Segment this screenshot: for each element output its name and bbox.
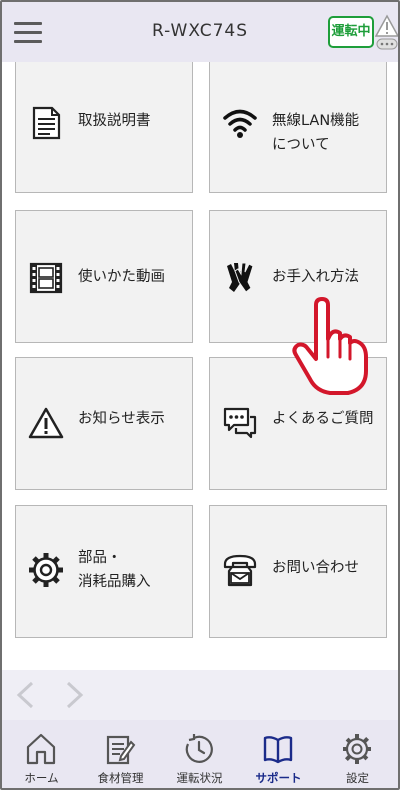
notification-warning-icon[interactable]	[375, 14, 399, 52]
nav-label: 設定	[346, 771, 369, 785]
tile-manual[interactable]: 取扱説明書	[15, 62, 193, 193]
tile-contact[interactable]: お問い合わせ	[209, 505, 387, 638]
nav-food-management[interactable]: 食材管理	[81, 720, 160, 788]
settings-icon	[343, 734, 371, 764]
clock-icon	[185, 734, 213, 763]
notepad-icon	[106, 735, 136, 765]
wifi-icon	[223, 109, 257, 138]
film-icon	[29, 262, 63, 294]
bottom-navigation: ホーム 食材管理 運転状況 サポート 設定	[2, 720, 398, 788]
nav-home[interactable]: ホーム	[2, 720, 81, 788]
tile-label: お問い合わせ	[272, 560, 359, 576]
tile-label: 使いかた動画	[78, 269, 165, 285]
warning-icon	[28, 407, 64, 439]
chat-icon	[223, 407, 257, 439]
nav-label: ホーム	[24, 771, 59, 785]
chevron-right-icon[interactable]	[64, 680, 86, 710]
nav-support[interactable]: サポート	[239, 720, 318, 788]
tile-label: よくあるご質問	[272, 411, 374, 427]
top-bar: R-WXC74S 運転中	[2, 2, 398, 62]
tile-faq[interactable]: よくあるご質問	[209, 357, 387, 490]
app-frame: R-WXC74S 運転中 取扱説明書 無線LAN機能 について 使いかた動画 お…	[0, 0, 400, 790]
document-icon	[32, 106, 61, 140]
gear-icon	[29, 553, 63, 587]
home-icon	[26, 733, 56, 765]
tile-cleaning[interactable]: お手入れ方法	[209, 210, 387, 343]
nav-settings[interactable]: 設定	[318, 720, 397, 788]
book-icon	[263, 736, 293, 764]
phone-icon	[223, 554, 257, 587]
page-carousel	[2, 670, 398, 720]
tile-label: お手入れ方法	[272, 269, 359, 285]
tile-label: 無線LAN機能 について	[272, 113, 360, 153]
tile-notices[interactable]: お知らせ表示	[15, 357, 193, 490]
chevron-left-icon[interactable]	[14, 680, 36, 710]
run-status-badge: 運転中	[328, 16, 374, 48]
gloves-icon	[227, 262, 254, 293]
tile-label: 部品・ 消耗品購入	[78, 550, 151, 590]
tile-wifi[interactable]: 無線LAN機能 について	[209, 62, 387, 193]
nav-label: 食材管理	[97, 771, 144, 785]
tile-parts-purchase[interactable]: 部品・ 消耗品購入	[15, 505, 193, 638]
tile-video[interactable]: 使いかた動画	[15, 210, 193, 343]
tile-label: 取扱説明書	[78, 113, 151, 129]
nav-label: 運転状況	[176, 771, 223, 785]
support-menu-grid: 取扱説明書 無線LAN機能 について 使いかた動画 お手入れ方法 お知らせ表示 …	[2, 62, 398, 670]
tile-label: お知らせ表示	[78, 411, 165, 427]
nav-label: サポート	[255, 771, 302, 785]
nav-operation-status[interactable]: 運転状況	[160, 720, 239, 788]
